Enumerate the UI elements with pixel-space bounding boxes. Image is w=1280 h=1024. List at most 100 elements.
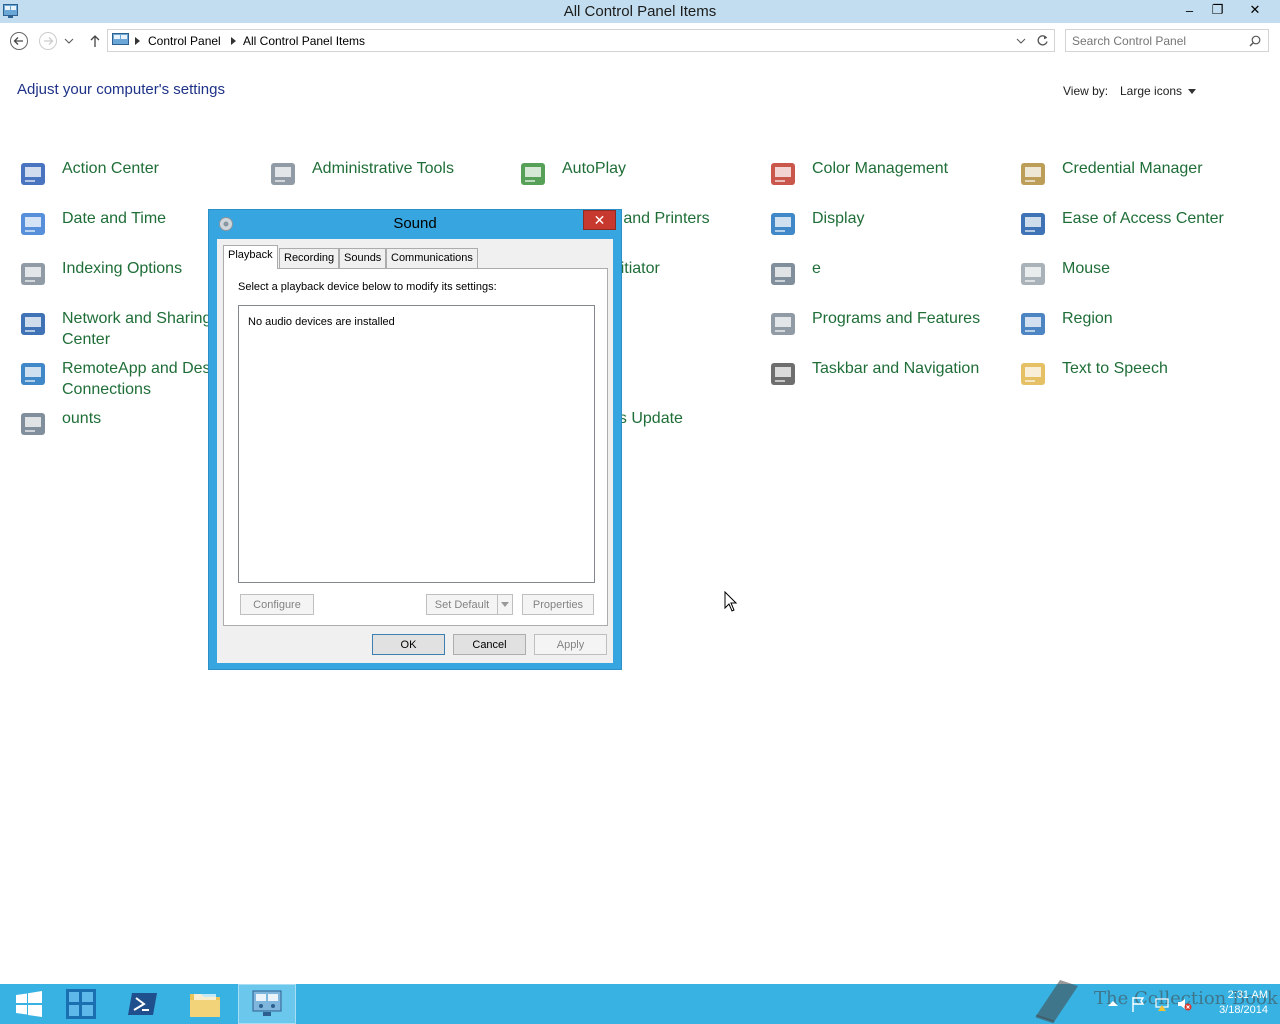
region-icon xyxy=(1021,313,1045,335)
control-panel-taskbar-button[interactable] xyxy=(238,984,296,1024)
show-hidden-icons-icon[interactable] xyxy=(1108,1000,1118,1006)
item-programs-and-features[interactable]: Programs and Features xyxy=(767,308,1012,352)
forward-button[interactable] xyxy=(38,31,58,51)
properties-button[interactable]: Properties xyxy=(522,594,594,615)
refresh-icon[interactable] xyxy=(1036,34,1049,47)
vault-icon xyxy=(1021,163,1045,185)
dialog-title: Sound xyxy=(393,215,437,232)
action-center-flag-icon[interactable] xyxy=(1130,996,1146,1012)
item-label: Ease of Access Center xyxy=(1062,210,1224,227)
calendar-clock-icon xyxy=(21,213,45,235)
windows-logo-icon xyxy=(16,991,42,1017)
dropdown-arrow-icon[interactable] xyxy=(1188,89,1196,94)
ease-of-access-icon xyxy=(1021,213,1045,235)
empty-device-message: No audio devices are installed xyxy=(248,316,395,328)
color-management-icon xyxy=(771,163,795,185)
tab-recording[interactable]: Recording xyxy=(279,248,340,268)
start-button[interactable] xyxy=(0,984,58,1024)
forward-arrow-icon xyxy=(39,32,57,50)
set-default-dropdown[interactable] xyxy=(497,594,513,615)
book-watermark-icon xyxy=(1035,980,1078,1024)
autoplay-icon xyxy=(521,163,545,185)
item-color-management[interactable]: Color Management xyxy=(767,158,1012,202)
restore-button[interactable]: ❐ xyxy=(1204,0,1231,20)
partial-icon xyxy=(21,413,45,435)
minimize-icon: ‒ xyxy=(1185,2,1194,18)
item-region[interactable]: Region xyxy=(1017,308,1262,352)
page-heading: Adjust your computer's settings xyxy=(17,81,225,98)
view-by-dropdown[interactable]: Large icons xyxy=(1120,84,1182,98)
configure-button[interactable]: Configure xyxy=(240,594,314,615)
ok-button[interactable]: OK xyxy=(372,634,445,655)
item-administrative-tools[interactable]: Administrative Tools xyxy=(267,158,512,202)
up-button[interactable] xyxy=(85,31,105,51)
server-manager-button[interactable] xyxy=(52,984,110,1024)
monitor-icon xyxy=(771,213,795,235)
device-list[interactable]: No audio devices are installed xyxy=(238,305,595,583)
gears-icon xyxy=(271,163,295,185)
search-input[interactable] xyxy=(1072,33,1242,49)
item-label: Region xyxy=(1062,310,1113,327)
item-taskbar-and-navigation[interactable]: Taskbar and Navigation xyxy=(767,358,1012,402)
item-e[interactable]: e xyxy=(767,258,1012,302)
speech-bubble-icon xyxy=(1021,363,1045,385)
breadcrumb-arrow-icon xyxy=(231,37,236,45)
breadcrumb-arrow-icon xyxy=(135,37,140,45)
item-label: Display xyxy=(812,210,865,227)
tab-communications[interactable]: Communications xyxy=(386,248,478,268)
back-button[interactable] xyxy=(9,31,29,51)
dialog-close-button[interactable]: ✕ xyxy=(583,210,616,230)
item-action-center[interactable]: Action Center xyxy=(17,158,262,202)
item-credential-manager[interactable]: Credential Manager xyxy=(1017,158,1262,202)
back-arrow-icon xyxy=(10,32,28,50)
item-mouse[interactable]: Mouse xyxy=(1017,258,1262,302)
window-title: All Control Panel Items xyxy=(563,3,717,20)
indexing-icon xyxy=(21,263,45,285)
item-display[interactable]: Display xyxy=(767,208,1012,252)
item-label: Taskbar and Navigation xyxy=(812,360,980,377)
apply-button[interactable]: Apply xyxy=(534,634,607,655)
programs-icon xyxy=(771,313,795,335)
volume-muted-icon[interactable] xyxy=(1176,996,1192,1012)
file-explorer-button[interactable] xyxy=(176,984,234,1024)
network-warning-icon[interactable] xyxy=(1154,996,1170,1012)
minimize-button[interactable]: ‒ xyxy=(1176,0,1203,20)
recent-locations-button[interactable] xyxy=(62,31,76,51)
title-bar: All Control Panel Items ‒ ❐ ✕ xyxy=(0,0,1280,23)
powershell-button[interactable] xyxy=(114,984,172,1024)
item-label: Administrative Tools xyxy=(312,160,454,177)
mouse-cursor-icon xyxy=(724,591,737,612)
close-icon: ✕ xyxy=(1249,2,1261,17)
breadcrumb-all-items[interactable]: All Control Panel Items xyxy=(243,34,365,48)
breadcrumb-control-panel[interactable]: Control Panel xyxy=(148,34,221,48)
item-text-to-speech[interactable]: Text to Speech xyxy=(1017,358,1262,402)
view-by-label: View by: xyxy=(1063,84,1109,98)
control-panel-icon xyxy=(112,33,129,45)
search-icon[interactable] xyxy=(1249,35,1261,47)
cancel-button[interactable]: Cancel xyxy=(453,634,526,655)
set-default-button[interactable]: Set Default xyxy=(426,594,497,615)
address-dropdown-icon[interactable] xyxy=(1016,38,1026,44)
restore-icon: ❐ xyxy=(1211,2,1224,17)
taskbar: The Collection Book 2:31 AM 3/18/2014 xyxy=(0,980,1280,1024)
tab-playback[interactable]: Playback xyxy=(223,245,278,269)
item-autoplay[interactable]: AutoPlay xyxy=(517,158,762,202)
clock[interactable]: 2:31 AM 3/18/2014 xyxy=(1208,988,1268,1018)
item-label: Credential Manager xyxy=(1062,160,1203,177)
address-bar[interactable]: Control Panel All Control Panel Items xyxy=(107,29,1055,52)
instruction-text: Select a playback device below to modify… xyxy=(238,281,497,293)
playback-tab-panel: Select a playback device below to modify… xyxy=(223,268,608,626)
dialog-body: Playback Recording Sounds Communications… xyxy=(217,239,613,663)
item-label: AutoPlay xyxy=(562,160,627,177)
search-box[interactable] xyxy=(1065,29,1269,52)
close-button[interactable]: ✕ xyxy=(1238,0,1272,20)
clock-time: 2:31 AM xyxy=(1227,989,1268,1001)
chevron-down-icon xyxy=(64,38,74,44)
navigation-bar: Control Panel All Control Panel Items xyxy=(0,23,1280,59)
tab-sounds[interactable]: Sounds xyxy=(339,248,387,268)
network-icon xyxy=(21,313,45,335)
flag-icon xyxy=(21,163,45,185)
sound-dialog: Sound ✕ Playback Recording Sounds Commun… xyxy=(208,209,622,670)
item-ease-of-access-center[interactable]: Ease of Access Center xyxy=(1017,208,1262,252)
server-manager-icon xyxy=(66,989,96,1019)
